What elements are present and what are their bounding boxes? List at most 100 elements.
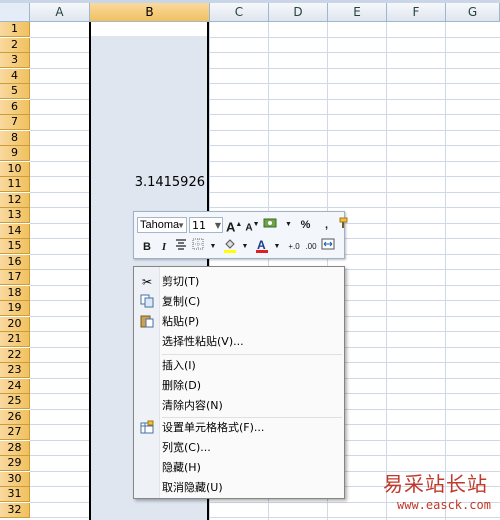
svg-text:A: A [257, 238, 266, 252]
row-header-16[interactable]: 16 [0, 254, 30, 270]
context-menu: ✂ 剪切(T) 复制(C) 粘贴(P) 选择性粘贴(V)... 插入(I) 删除… [133, 266, 345, 499]
format-painter-button[interactable] [337, 216, 351, 234]
italic-button[interactable]: I [157, 238, 171, 256]
column-header-d[interactable]: D [269, 3, 328, 22]
chevron-down-icon[interactable]: ▼ [270, 238, 284, 256]
chevron-down-icon[interactable]: ▼ [206, 238, 220, 256]
font-color-icon: A [256, 238, 268, 253]
row-header-6[interactable]: 6 [0, 99, 30, 115]
row-header-10[interactable]: 10 [0, 161, 30, 177]
borders-button[interactable] [191, 238, 205, 256]
font-size-box[interactable]: 11 ▼ [189, 217, 223, 233]
menu-item-delete[interactable]: 删除(D) [134, 376, 344, 396]
menu-item-label: 选择性粘贴(V)... [162, 335, 244, 348]
increase-decimal-button[interactable]: +.0 [287, 238, 301, 256]
row-header-25[interactable]: 25 [0, 394, 30, 409]
column-header-a[interactable]: A [30, 3, 90, 22]
row-header-4[interactable]: 4 [0, 68, 30, 84]
column-header-c[interactable]: C [210, 3, 269, 22]
row-header-3[interactable]: 3 [0, 53, 30, 68]
format-cells-icon [139, 420, 155, 436]
scissors-icon: ✂ [141, 275, 153, 289]
currency-format-icon [263, 218, 276, 228]
mini-toolbar-row-1: Tahoma ▼ 11 ▼ A▲ A▼ ▼ % , [137, 215, 351, 235]
row-header-1[interactable]: 1 [0, 22, 30, 37]
row-header-5[interactable]: 5 [0, 84, 30, 99]
row-header-13[interactable]: 13 [0, 208, 30, 223]
chevron-down-icon: ▼ [214, 221, 221, 230]
row-header-28[interactable]: 28 [0, 440, 30, 456]
row-header-21[interactable]: 21 [0, 332, 30, 347]
row-header-14[interactable]: 14 [0, 223, 30, 239]
column-header-g[interactable]: G [446, 3, 500, 22]
row-header-19[interactable]: 19 [0, 301, 30, 316]
menu-item-copy[interactable]: 复制(C) [134, 292, 344, 312]
watermark-title: 易采站长站 [383, 472, 488, 496]
row-header-32[interactable]: 32 [0, 502, 30, 518]
grow-font-button[interactable]: A▲ [226, 216, 242, 234]
row-header-23[interactable]: 23 [0, 363, 30, 378]
menu-item-paste[interactable]: 粘贴(P) [134, 312, 344, 332]
shrink-font-label: A [245, 222, 253, 234]
row-header-17[interactable]: 17 [0, 270, 30, 285]
row-header-24[interactable]: 24 [0, 378, 30, 394]
grow-font-label: A [226, 219, 236, 235]
row-header-9[interactable]: 9 [0, 146, 30, 161]
menu-item-label: 复制(C) [162, 295, 201, 308]
bold-button[interactable]: B [140, 238, 154, 256]
chevron-down-icon: ▼ [177, 221, 185, 230]
active-cell-b1[interactable] [91, 22, 207, 36]
row-header-12[interactable]: 12 [0, 192, 30, 208]
menu-item-label: 设置单元格格式(F)... [162, 421, 265, 434]
menu-item-format-cells[interactable]: 设置单元格格式(F)... [134, 418, 344, 438]
row-header-8[interactable]: 8 [0, 130, 30, 146]
menu-item-clear-contents[interactable]: 清除内容(N) [134, 396, 344, 416]
row-header-27[interactable]: 27 [0, 425, 30, 440]
menu-item-insert[interactable]: 插入(I) [134, 356, 344, 376]
font-name-value: Tahoma [140, 219, 180, 231]
row-header-22[interactable]: 22 [0, 347, 30, 363]
comma-style-button[interactable]: , [320, 216, 334, 234]
center-align-button[interactable] [174, 238, 188, 256]
row-header-26[interactable]: 26 [0, 409, 30, 425]
mini-toolbar: Tahoma ▼ 11 ▼ A▲ A▼ ▼ % , B I ▼ ▼ A ▼ +.… [133, 211, 347, 259]
row-header-29[interactable]: 29 [0, 456, 30, 471]
column-header-b[interactable]: B [90, 3, 210, 22]
merge-center-button[interactable] [321, 238, 335, 256]
format-painter-icon [339, 217, 347, 228]
menu-item-label: 删除(D) [162, 379, 202, 392]
menu-item-hide[interactable]: 隐藏(H) [134, 458, 344, 478]
row-header-31[interactable]: 31 [0, 487, 30, 502]
chevron-down-icon[interactable]: ▼ [282, 216, 296, 234]
row-header-11[interactable]: 11 [0, 177, 30, 192]
select-all-corner[interactable] [0, 3, 30, 22]
menu-item-unhide[interactable]: 取消隐藏(U) [134, 478, 344, 498]
menu-item-label: 清除内容(N) [162, 399, 223, 412]
column-header-f[interactable]: F [387, 3, 446, 22]
paste-icon [139, 314, 155, 330]
shrink-font-button[interactable]: A▼ [245, 216, 259, 234]
row-header-30[interactable]: 30 [0, 471, 30, 487]
font-color-button[interactable]: A [255, 238, 269, 256]
paint-bucket-icon [224, 239, 236, 253]
font-name-box[interactable]: Tahoma ▼ [137, 217, 187, 233]
percent-style-button[interactable]: % [299, 216, 313, 234]
copy-icon [139, 294, 155, 310]
menu-separator [162, 354, 342, 355]
row-header-18[interactable]: 18 [0, 285, 30, 301]
chevron-down-icon[interactable]: ▼ [238, 238, 252, 256]
fill-color-button[interactable] [223, 238, 237, 256]
cell-b11[interactable]: 3.1415926 [91, 175, 207, 190]
row-header-7[interactable]: 7 [0, 115, 30, 130]
row-header-2[interactable]: 2 [0, 37, 30, 53]
column-header-e[interactable]: E [328, 3, 387, 22]
decrease-decimal-button[interactable]: .00 [304, 238, 318, 256]
row-header-15[interactable]: 15 [0, 239, 30, 254]
watermark-url: www.easck.com [397, 498, 491, 512]
row-header-20[interactable]: 20 [0, 316, 30, 332]
menu-item-cut[interactable]: ✂ 剪切(T) [134, 272, 344, 292]
format-painter-currency-button[interactable] [263, 216, 279, 234]
menu-item-label: 粘贴(P) [162, 315, 200, 328]
menu-item-paste-special[interactable]: 选择性粘贴(V)... [134, 332, 344, 352]
menu-item-column-width[interactable]: 列宽(C)... [134, 438, 344, 458]
